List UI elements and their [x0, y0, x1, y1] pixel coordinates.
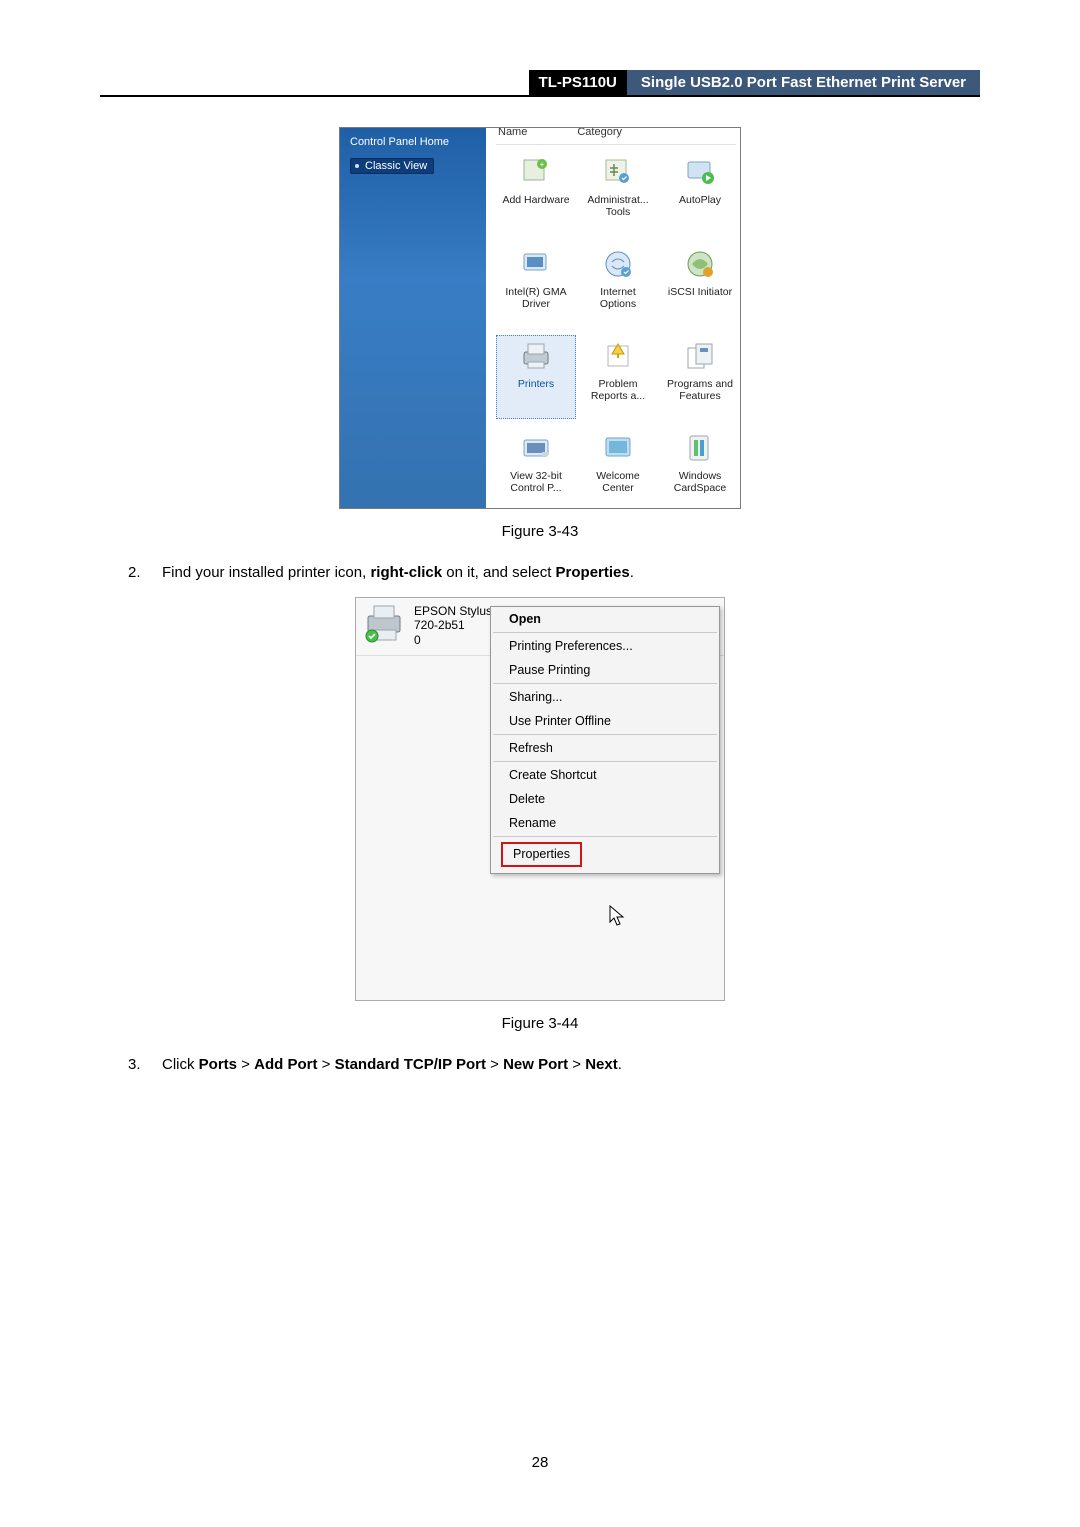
cp-item-icon [518, 430, 554, 466]
menu-printing-preferences[interactable]: Printing Preferences... [491, 634, 719, 658]
cp-item-label: View 32-bit Control P... [499, 470, 573, 494]
printer-context-screenshot: EPSON Stylus Photo 720-2b51 0 Open Print… [355, 597, 725, 1001]
cp-item-icon [682, 246, 718, 282]
cp-item-iscsi-initiator[interactable]: iSCSI Initiator [660, 243, 740, 327]
cp-item-label: Internet Options [581, 286, 655, 310]
menu-separator [493, 632, 717, 633]
cp-item-add-hardware[interactable]: + Add Hardware [496, 151, 576, 235]
menu-separator [493, 761, 717, 762]
cp-item-icon [600, 154, 636, 190]
step-3: 3. Click Ports > Add Port > Standard TCP… [100, 1056, 980, 1073]
col-category[interactable]: Category [577, 128, 622, 138]
menu-sharing[interactable]: Sharing... [491, 685, 719, 709]
cp-item-label: Intel(R) GMA Driver [499, 286, 573, 310]
menu-separator [493, 683, 717, 684]
svg-text:+: + [540, 160, 545, 169]
cp-item-icon [682, 338, 718, 374]
printer-icon [360, 602, 408, 644]
classic-view-label: Classic View [365, 160, 427, 172]
page-header: TL-PS110U Single USB2.0 Port Fast Ethern… [100, 70, 980, 97]
cp-item-printers[interactable]: Printers [496, 335, 576, 419]
cp-item-autoplay[interactable]: AutoPlay [660, 151, 740, 235]
cp-item-problem-reports-a[interactable]: Problem Reports a... [578, 335, 658, 419]
column-headers: Name Category [496, 128, 736, 145]
product-title: Single USB2.0 Port Fast Ethernet Print S… [627, 70, 980, 95]
menu-separator [493, 734, 717, 735]
step-number: 3. [128, 1056, 162, 1073]
cp-item-icon [682, 430, 718, 466]
page-number: 28 [0, 1454, 1080, 1471]
cp-item-view-32-bit-control-p[interactable]: View 32-bit Control P... [496, 427, 576, 508]
menu-properties[interactable]: Properties [501, 842, 582, 867]
bullet-icon [355, 164, 359, 168]
cp-item-label: Printers [518, 378, 554, 390]
sidebar-home-link[interactable]: Control Panel Home [350, 136, 476, 148]
cp-item-icon [682, 154, 718, 190]
control-panel-window: Control Panel Home Classic View Name Cat… [339, 127, 741, 509]
cp-item-label: Programs and Features [663, 378, 737, 402]
cp-item-label: Welcome Center [581, 470, 655, 494]
step-number: 2. [128, 564, 162, 581]
cp-item-icon [518, 246, 554, 282]
col-name[interactable]: Name [498, 128, 527, 138]
cp-item-label: Windows CardSpace [663, 470, 737, 494]
cp-item-intel-r-gma-driver[interactable]: Intel(R) GMA Driver [496, 243, 576, 327]
menu-delete[interactable]: Delete [491, 787, 719, 811]
cp-item-administrat-tools[interactable]: Administrat... Tools [578, 151, 658, 235]
menu-separator [493, 836, 717, 837]
menu-create-shortcut[interactable]: Create Shortcut [491, 763, 719, 787]
cursor-icon [608, 904, 628, 928]
menu-use-offline[interactable]: Use Printer Offline [491, 709, 719, 733]
context-menu: Open Printing Preferences... Pause Print… [490, 606, 720, 874]
cp-item-icon: + [518, 154, 554, 190]
cp-item-label: Administrat... Tools [581, 194, 655, 218]
control-panel-grid: + Add Hardware Administrat... Tools AutoPla… [496, 151, 736, 508]
control-panel-sidebar: Control Panel Home Classic View [340, 128, 486, 508]
control-panel-grid-wrap: Name Category + Add Hardware Administrat..… [486, 128, 740, 508]
cp-item-programs-and-features[interactable]: Programs and Features [660, 335, 740, 419]
step-2: 2. Find your installed printer icon, rig… [100, 564, 980, 581]
cp-item-internet-options[interactable]: Internet Options [578, 243, 658, 327]
cp-item-icon [600, 430, 636, 466]
cp-item-welcome-center[interactable]: Welcome Center [578, 427, 658, 508]
menu-refresh[interactable]: Refresh [491, 736, 719, 760]
step-text: Find your installed printer icon, right-… [162, 564, 980, 581]
cp-item-label: AutoPlay [679, 194, 721, 206]
menu-open[interactable]: Open [491, 607, 719, 631]
sidebar-classic-view[interactable]: Classic View [350, 158, 434, 174]
figure-44-caption: Figure 3-44 [100, 1015, 980, 1032]
cp-item-icon [600, 338, 636, 374]
step-text: Click Ports > Add Port > Standard TCP/IP… [162, 1056, 980, 1073]
menu-pause-printing[interactable]: Pause Printing [491, 658, 719, 682]
model-label: TL-PS110U [529, 70, 627, 95]
menu-rename[interactable]: Rename [491, 811, 719, 835]
cp-item-label: iSCSI Initiator [668, 286, 732, 298]
figure-43-caption: Figure 3-43 [100, 523, 980, 540]
cp-item-label: Problem Reports a... [581, 378, 655, 402]
cp-item-icon [518, 338, 554, 374]
cp-item-label: Add Hardware [502, 194, 569, 206]
cp-item-icon [600, 246, 636, 282]
cp-item-windows-cardspace[interactable]: Windows CardSpace [660, 427, 740, 508]
